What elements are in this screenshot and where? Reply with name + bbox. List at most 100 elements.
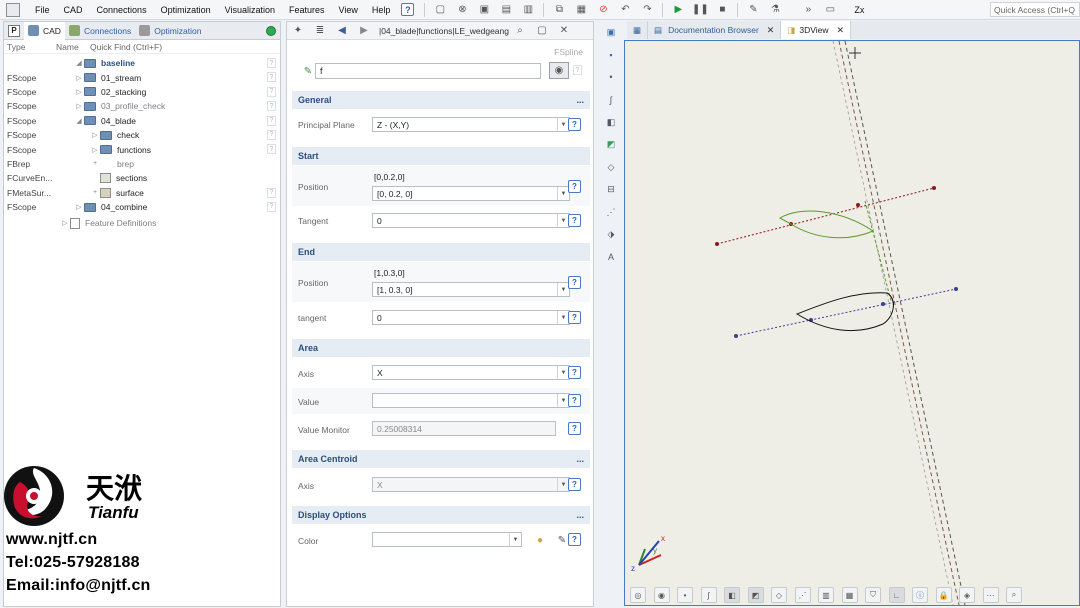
screen-icon[interactable]: ▭ — [822, 2, 838, 18]
more-options-icon[interactable]: ⋯ — [982, 587, 999, 603]
tree-row-feature-definitions[interactable]: ▷ Feature Definitions — [4, 216, 280, 230]
quick-find-input[interactable]: Quick Find (Ctrl+F) — [90, 42, 162, 52]
help-icon[interactable]: ? — [401, 3, 415, 16]
app-menu-icon[interactable] — [6, 2, 20, 17]
section-start[interactable]: Start — [292, 147, 590, 165]
info-icon[interactable]: ? — [267, 72, 276, 83]
help-icon[interactable]: ? — [568, 276, 581, 289]
section-area[interactable]: Area — [292, 339, 590, 357]
tree-row[interactable]: FScope ▷ 03_profile_check ? — [4, 99, 280, 113]
help-icon[interactable]: ? — [568, 422, 581, 435]
tree-row[interactable]: FScope ▷ functions ? — [4, 142, 280, 156]
centroid-axis-select[interactable]: X ▼ — [372, 477, 570, 492]
grid-icon[interactable]: ▦ — [627, 21, 649, 39]
menu-help[interactable]: Help — [365, 5, 398, 15]
show-curves-icon[interactable]: ∫ — [700, 587, 717, 603]
print-icon[interactable]: ▥ — [520, 2, 536, 18]
cube-view-icon[interactable]: ◈ — [959, 587, 975, 603]
annotation-icon[interactable]: A — [604, 250, 618, 264]
measure-icon[interactable]: ⋰ — [604, 205, 618, 219]
close-tab-icon[interactable]: ✕ — [767, 25, 775, 36]
pin-icon[interactable]: P — [8, 24, 20, 37]
tree-row[interactable]: FScope ▷ 02_stacking ? — [4, 85, 280, 99]
section-area-centroid[interactable]: Area Centroid ... — [292, 450, 590, 468]
expand-arrow-icon[interactable]: ▷ — [90, 131, 100, 139]
pause-icon[interactable]: ❚❚ — [692, 2, 709, 18]
section-end[interactable]: End — [292, 243, 590, 261]
help-icon[interactable]: ? — [568, 118, 581, 131]
section-more-icon[interactable]: ... — [576, 95, 584, 105]
measure-tool-icon[interactable]: ∟ — [888, 587, 905, 603]
3d-scene[interactable]: x y z — [625, 40, 1079, 606]
tree-row-baseline[interactable]: ◢ baseline ? — [4, 56, 280, 70]
help-icon[interactable]: ? — [568, 180, 581, 193]
dropdown-arrow-icon[interactable]: ▼ — [509, 533, 521, 546]
list-icon[interactable]: ≣ — [312, 23, 328, 39]
save-icon[interactable]: ▣ — [476, 2, 492, 18]
tab-cad[interactable]: CAD — [24, 21, 65, 40]
column-name[interactable]: Name — [56, 42, 90, 52]
plane-icon[interactable]: ◇ — [604, 160, 618, 174]
zoom-label[interactable]: Zx — [847, 5, 871, 15]
color-palette-icon[interactable]: ● — [532, 532, 548, 548]
end-tangent-select[interactable]: 0 ▼ — [372, 310, 570, 325]
tree-row[interactable]: FBrep + brep — [4, 157, 280, 171]
menu-visualization[interactable]: Visualization — [218, 5, 282, 15]
overflow-icon[interactable]: » — [800, 2, 816, 18]
color-select[interactable]: ▼ — [372, 532, 522, 547]
expand-arrow-icon[interactable]: ▷ — [74, 74, 84, 82]
info-icon[interactable]: ? — [267, 58, 276, 68]
select-icon[interactable]: ▪ — [604, 48, 618, 62]
3d-viewport[interactable]: x y z — [624, 40, 1080, 606]
feature-name-input[interactable]: f — [315, 63, 541, 79]
tree-row[interactable]: FScope ▷ 01_stream ? — [4, 70, 280, 84]
end-position-select[interactable]: [1, 0.3, 0] ▼ — [372, 282, 570, 297]
edit-icon[interactable]: ✎ — [745, 2, 761, 18]
column-type[interactable]: Type — [4, 42, 56, 52]
lock-icon[interactable]: 🔒 — [935, 587, 952, 603]
point-icon[interactable]: • — [604, 70, 618, 84]
show-points-icon[interactable]: • — [677, 587, 693, 603]
help-icon[interactable]: ? — [568, 533, 581, 546]
info-icon[interactable]: ? — [267, 101, 276, 112]
area-axis-select[interactable]: X ▼ — [372, 365, 570, 380]
info-icon[interactable]: ? — [267, 187, 276, 198]
visibility-eye-icon[interactable]: ◉ — [549, 62, 569, 79]
menu-features[interactable]: Features — [282, 5, 332, 15]
info-icon[interactable]: ? — [267, 129, 276, 140]
pin-editor-icon[interactable]: ✦ — [290, 23, 306, 39]
show-solids-icon[interactable]: ◩ — [747, 587, 764, 603]
tree-row[interactable]: FScope ▷ 04_combine ? — [4, 200, 280, 214]
start-position-select[interactable]: [0, 0.2, 0] ▼ — [372, 186, 570, 201]
info-icon[interactable]: ? — [267, 144, 276, 155]
zoom-search-icon[interactable]: ⌕ — [1006, 587, 1022, 603]
paste-icon[interactable]: ▦ — [573, 2, 589, 18]
stop-icon[interactable]: ⊘ — [595, 2, 611, 18]
flask-icon[interactable]: ⚗ — [767, 2, 783, 18]
tab-optimization[interactable]: Optimization — [135, 22, 205, 40]
help-icon[interactable]: ? — [568, 214, 581, 227]
redo-icon[interactable]: ↷ — [639, 2, 655, 18]
info-icon[interactable]: ? — [267, 115, 276, 126]
copy-icon[interactable]: ⧉ — [551, 2, 567, 18]
undo-icon[interactable]: ↶ — [617, 2, 633, 18]
tab-connections[interactable]: Connections — [65, 22, 135, 40]
section-display-options[interactable]: Display Options ... — [292, 506, 590, 524]
expand-arrow-icon[interactable]: ▷ — [74, 203, 84, 211]
help-icon[interactable]: ? — [568, 478, 581, 491]
stop-run-icon[interactable]: ■ — [714, 2, 730, 18]
search-icon[interactable]: ⌕ — [512, 23, 528, 39]
info-mode-icon[interactable]: ⓘ — [912, 587, 928, 603]
area-value-select[interactable]: ▼ — [372, 393, 570, 408]
close-file-icon[interactable]: ⊗ — [454, 2, 470, 18]
expand-arrow-icon[interactable]: ▷ — [90, 146, 100, 154]
close-editor-icon[interactable]: ✕ — [556, 23, 572, 39]
show-planes-icon[interactable]: ◇ — [771, 587, 787, 603]
tree-row[interactable]: FMetaSur... + surface ? — [4, 186, 280, 200]
menu-file[interactable]: File — [28, 5, 57, 15]
expand-arrow-icon[interactable]: ▷ — [74, 102, 84, 110]
collapse-arrow-icon[interactable]: ◢ — [74, 117, 84, 125]
section-general[interactable]: General ... — [292, 91, 590, 109]
viewport-icon[interactable]: ▣ — [604, 25, 618, 39]
start-tangent-select[interactable]: 0 ▼ — [372, 213, 570, 228]
